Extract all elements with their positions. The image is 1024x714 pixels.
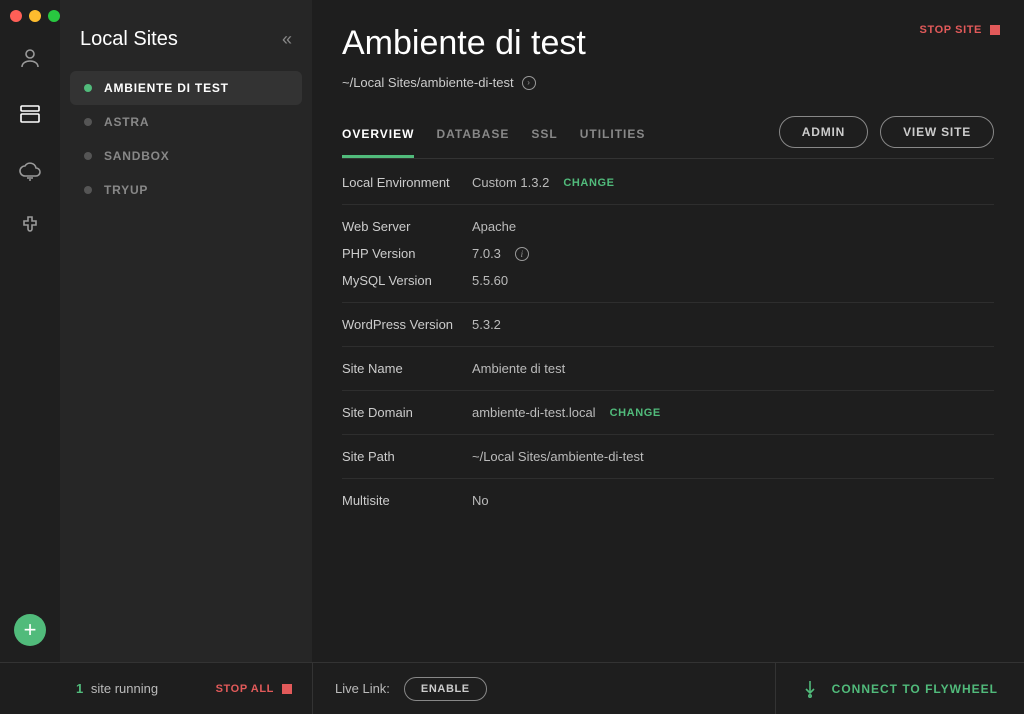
row-label: Multisite: [342, 493, 472, 508]
tab-ssl[interactable]: SSL: [531, 117, 557, 158]
status-dot-icon: [84, 84, 92, 92]
sites-icon[interactable]: [16, 100, 44, 128]
nav-rail: +: [0, 0, 60, 662]
overview-panel: Local Environment Custom 1.3.2 CHANGE We…: [312, 159, 1024, 522]
reveal-in-finder-icon[interactable]: ›: [522, 76, 536, 90]
site-item-label: SANDBOX: [104, 149, 170, 163]
sidebar: Local Sites « AMBIENTE DI TEST ASTRA SAN…: [60, 0, 312, 662]
footer: 1 site running STOP ALL Live Link: ENABL…: [0, 662, 1024, 714]
row-label: Site Domain: [342, 405, 472, 420]
row-label: PHP Version: [342, 246, 472, 261]
running-count-text: site running: [91, 681, 158, 696]
maximize-window-icon[interactable]: [48, 10, 60, 22]
content-pane: STOP SITE Ambiente di test ~/Local Sites…: [312, 0, 1024, 662]
enable-live-link-button[interactable]: ENABLE: [404, 677, 487, 701]
mysql-value: 5.5.60: [472, 273, 508, 288]
minimize-window-icon[interactable]: [29, 10, 41, 22]
row-label: WordPress Version: [342, 317, 472, 332]
stop-all-button[interactable]: STOP ALL: [216, 683, 292, 695]
site-item-label: AMBIENTE DI TEST: [104, 81, 229, 95]
row-label: Site Path: [342, 449, 472, 464]
stop-icon: [990, 25, 1000, 35]
site-item-label: TRYUP: [104, 183, 148, 197]
cloud-icon[interactable]: [16, 156, 44, 184]
sites-running-status: 1 site running: [76, 681, 158, 696]
admin-button[interactable]: ADMIN: [779, 116, 868, 148]
tab-database[interactable]: DATABASE: [436, 117, 509, 158]
window-traffic-lights[interactable]: [10, 10, 60, 22]
php-value: 7.0.3: [472, 246, 501, 261]
view-site-button[interactable]: VIEW SITE: [880, 116, 994, 148]
change-environment-link[interactable]: CHANGE: [563, 177, 614, 189]
row-label: Local Environment: [342, 175, 472, 190]
web-server-value: Apache: [472, 219, 516, 234]
tabs: OVERVIEW DATABASE SSL UTILITIES: [342, 117, 645, 158]
wp-version-value: 5.3.2: [472, 317, 501, 332]
site-domain-value: ambiente-di-test.local: [472, 405, 596, 420]
status-dot-icon: [84, 118, 92, 126]
multisite-value: No: [472, 493, 489, 508]
local-env-value: Custom 1.3.2: [472, 175, 549, 190]
site-list: AMBIENTE DI TEST ASTRA SANDBOX TRYUP: [60, 71, 312, 207]
site-title: Ambiente di test: [342, 24, 994, 63]
row-label: MySQL Version: [342, 273, 472, 288]
info-icon[interactable]: i: [515, 247, 529, 261]
status-dot-icon: [84, 186, 92, 194]
connect-to-flywheel-button[interactable]: CONNECT TO FLYWHEEL: [775, 663, 1024, 714]
connect-label: CONNECT TO FLYWHEEL: [832, 682, 998, 696]
site-item-astra[interactable]: ASTRA: [70, 105, 302, 139]
stop-site-button[interactable]: STOP SITE: [920, 24, 1000, 36]
live-link-label: Live Link:: [335, 681, 390, 696]
site-item-ambiente-di-test[interactable]: AMBIENTE DI TEST: [70, 71, 302, 105]
site-path: ~/Local Sites/ambiente-di-test: [342, 75, 514, 90]
running-count-number: 1: [76, 681, 83, 696]
stop-site-label: STOP SITE: [920, 24, 982, 36]
stop-all-label: STOP ALL: [216, 683, 274, 695]
account-icon[interactable]: [16, 44, 44, 72]
sidebar-title: Local Sites: [80, 28, 178, 51]
row-label: Site Name: [342, 361, 472, 376]
site-item-tryup[interactable]: TRYUP: [70, 173, 302, 207]
tab-utilities[interactable]: UTILITIES: [580, 117, 646, 158]
close-window-icon[interactable]: [10, 10, 22, 22]
row-label: Web Server: [342, 219, 472, 234]
add-site-button[interactable]: +: [14, 614, 46, 646]
site-item-sandbox[interactable]: SANDBOX: [70, 139, 302, 173]
collapse-sidebar-icon[interactable]: «: [282, 29, 292, 50]
status-dot-icon: [84, 152, 92, 160]
site-item-label: ASTRA: [104, 115, 149, 129]
site-path-value: ~/Local Sites/ambiente-di-test: [472, 449, 644, 464]
flywheel-icon: [802, 679, 818, 699]
addons-icon[interactable]: [16, 212, 44, 240]
site-name-value: Ambiente di test: [472, 361, 565, 376]
change-domain-link[interactable]: CHANGE: [610, 407, 661, 419]
stop-icon: [282, 684, 292, 694]
tab-overview[interactable]: OVERVIEW: [342, 117, 414, 158]
